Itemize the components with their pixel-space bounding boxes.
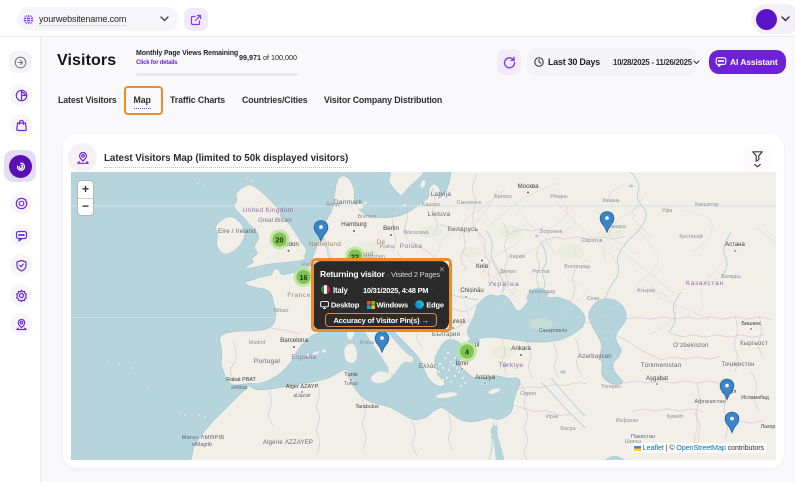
svg-text:Ирак: Ирак (546, 414, 559, 420)
svg-text:Århus: Århus (326, 201, 340, 208)
svg-text:Roma: Roma (360, 340, 374, 346)
svg-text:Казахстан: Казахстан (686, 280, 724, 287)
svg-text:Смоленск: Смоленск (457, 200, 482, 206)
svg-text:Исламабад: Исламабад (741, 395, 768, 401)
svg-text:Hamburg: Hamburg (341, 221, 367, 228)
svg-text:arRibat: arRibat (231, 385, 248, 391)
svg-text:Antalya: Antalya (475, 375, 496, 381)
svg-text:Warszawa: Warszawa (404, 230, 429, 236)
svg-text:Волгоград: Волгоград (564, 264, 590, 270)
svg-text:20: 20 (276, 235, 284, 244)
svg-text:Lietuva: Lietuva (428, 211, 451, 218)
svg-text:Кувейт: Кувейт (666, 413, 684, 420)
svg-text:Great Britain: Great Britain (258, 218, 292, 224)
svg-text:Madrid: Madrid (249, 340, 265, 346)
svg-text:Київ: Київ (476, 263, 489, 270)
svg-text:Tunus: Tunus (344, 381, 358, 387)
svg-text:Казань: Казань (602, 198, 620, 204)
svg-text:16: 16 (300, 273, 308, 282)
svg-text:Bilbao: Bilbao (274, 308, 289, 314)
svg-text:Уфа: Уфа (662, 208, 673, 214)
svg-text:Berlin: Berlin (383, 225, 399, 232)
svg-text:Tarabulus: Tarabulus (355, 404, 379, 410)
svg-text:France: France (287, 292, 311, 299)
svg-text:Исфахан: Исфахан (616, 418, 639, 424)
svg-text:Türkmenistan: Türkmenistan (640, 362, 681, 369)
svg-text:Aşgabat: Aşgabat (646, 376, 668, 382)
svg-text:Басра: Басра (560, 426, 575, 432)
svg-text:Kaunas: Kaunas (422, 202, 441, 208)
svg-text:Alger ΔΖΑΥΡ: Alger ΔΖΑΥΡ (286, 384, 319, 390)
svg-text:Bremen: Bremen (358, 214, 377, 220)
svg-text:Көкшетау: Көкшетау (695, 202, 719, 208)
svg-text:Саратов: Саратов (581, 238, 602, 244)
svg-text:Ελλάς: Ελλάς (419, 363, 437, 370)
svg-text:alJazair: alJazair (293, 393, 311, 399)
svg-text:Астана: Астана (725, 242, 745, 248)
svg-text:Беларусь: Беларусь (448, 226, 479, 233)
svg-text:Сочи: Сочи (587, 296, 600, 302)
svg-text:Балқаш: Балқаш (721, 274, 740, 280)
svg-text:4: 4 (465, 347, 469, 356)
svg-text:Тегеран: Тегеран (601, 384, 621, 390)
svg-text:Москва: Москва (517, 183, 539, 190)
svg-text:ul: ul (475, 343, 480, 349)
svg-text:Афганистан: Афганистан (694, 399, 725, 405)
svg-text:United Kingdom: United Kingdom (242, 207, 293, 214)
svg-text:Azərbaycan: Azərbaycan (578, 354, 612, 360)
svg-text:Сакартвело: Сакартвело (539, 328, 568, 334)
svg-text:Latvija: Latvija (431, 191, 452, 198)
svg-text:Türkiye: Türkiye (498, 362, 523, 369)
svg-text:Брянск: Брянск (494, 194, 512, 200)
svg-text:България: България (432, 332, 460, 338)
svg-text:Атырау: Атырау (637, 288, 656, 294)
svg-text:Algérie ΛΖΖΑΥΕΡ: Algérie ΛΖΖΑΥΕΡ (263, 440, 313, 446)
svg-text:elMagrib: elMagrib (192, 442, 212, 448)
svg-text:Краснодар: Краснодар (529, 289, 556, 295)
svg-text:Praha: Praha (380, 244, 394, 250)
svg-text:Воронеж: Воронеж (540, 229, 563, 235)
svg-text:Сирия: Сирия (520, 391, 536, 397)
svg-text:Рязань: Рязань (550, 194, 568, 200)
svg-text:Ankara: Ankara (511, 345, 531, 352)
svg-text:España: España (291, 354, 316, 361)
svg-text:Polska: Polska (400, 243, 423, 250)
svg-text:Қостанай: Қостанай (679, 233, 702, 240)
svg-text:Дніпро: Дніпро (500, 269, 517, 275)
svg-text:Tunis: Tunis (344, 372, 358, 378)
svg-text:Eire / Ireland: Eire / Ireland (218, 228, 256, 235)
svg-text:Бишкек: Бишкек (741, 321, 761, 327)
svg-text:Nederland: Nederland (309, 241, 341, 248)
svg-text:Україна: Україна (488, 281, 520, 288)
svg-text:Ростов: Ростов (532, 269, 549, 275)
svg-text:Maroc ΛΜΘΡΙΒ: Maroc ΛΜΘΡΙΒ (182, 435, 225, 441)
svg-text:Харків: Харків (509, 254, 525, 260)
svg-text:Chișinău: Chișinău (460, 288, 483, 294)
svg-text:Rabat ΡΒΑΤ: Rabat ΡΒΑΤ (226, 377, 256, 383)
svg-text:Тоҷикистон: Тоҷикистон (721, 362, 754, 368)
svg-text:Oʻzbekiston: Oʻzbekiston (673, 342, 709, 349)
svg-text:Лахор: Лахор (761, 424, 776, 430)
svg-text:Portugal: Portugal (254, 358, 280, 365)
svg-text:Кыргызст: Кыргызст (740, 341, 768, 347)
svg-text:Barcelona: Barcelona (280, 337, 308, 344)
